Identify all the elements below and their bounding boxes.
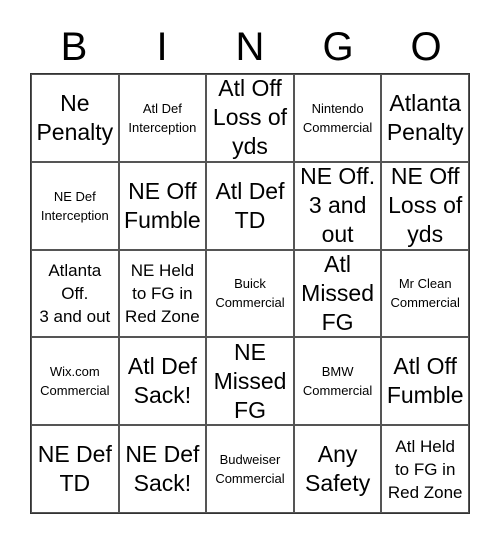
header-letter-o: O	[410, 25, 442, 69]
header-letter-i: I	[156, 25, 168, 69]
bingo-cell-text: Ne Penalty	[36, 89, 114, 145]
bingo-cell[interactable]: Atl Def Sack!	[118, 337, 207, 426]
bingo-cell-text: NE Off Fumble	[124, 177, 201, 233]
bingo-cell[interactable]: Atlanta Off. 3 and out	[31, 249, 119, 338]
bingo-cell-text: BMW Commercial	[302, 364, 373, 399]
bingo-cell-text: NE Missed FG	[213, 338, 287, 423]
bingo-cell[interactable]: Ne Penalty	[31, 74, 119, 162]
bingo-cell-text: NE Def Interception	[40, 188, 109, 223]
bingo-cell-text: NE Def Sack!	[125, 441, 200, 497]
bingo-cell-text: Nintendo Commercial	[302, 100, 373, 135]
bingo-cell[interactable]: NE Def Interception	[31, 161, 119, 250]
bingo-cell[interactable]: NE Missed FG	[206, 337, 294, 426]
bingo-cell[interactable]: NE Def Sack!	[118, 425, 207, 513]
bingo-cell[interactable]: NE Off Loss of yds	[381, 161, 469, 250]
bingo-cell[interactable]: Buick Commercial	[206, 249, 294, 338]
bingo-cell[interactable]: Atl Missed FG	[293, 249, 382, 338]
bingo-header: B I N G O	[30, 22, 470, 72]
bingo-cell-text: Atl Off Loss of yds	[212, 75, 288, 160]
bingo-cell-text: NE Off Loss of yds	[388, 163, 463, 248]
bingo-cell[interactable]: NE Off Fumble	[118, 161, 207, 250]
bingo-cell[interactable]: Atl Off Fumble	[381, 337, 469, 426]
bingo-cell-text: Mr Clean Commercial	[390, 276, 460, 311]
bingo-cell[interactable]: Atlanta Penalty	[381, 74, 469, 162]
bingo-cell-text: Atl Def Sack!	[127, 353, 197, 409]
bingo-cell[interactable]: Wix.com Commercial	[31, 337, 119, 426]
bingo-cell[interactable]: Atl Held to FG in Red Zone	[381, 425, 469, 513]
bingo-cell[interactable]: Nintendo Commercial	[293, 74, 382, 162]
bingo-cell-text: Any Safety	[304, 441, 371, 497]
header-letter-n: N	[235, 25, 265, 69]
bingo-cell-text: NE Held to FG in Red Zone	[125, 260, 200, 326]
bingo-grid: Ne Penalty Atl Def Interception Atl Off Lo…	[30, 73, 470, 514]
bingo-cell-text: NE Off. 3 and out	[300, 163, 376, 248]
bingo-cell[interactable]: Atl Off Loss of yds	[206, 74, 294, 162]
bingo-cell[interactable]: NE Held to FG in Red Zone	[118, 249, 207, 338]
bingo-cell[interactable]: Atl Def Interception	[118, 74, 207, 162]
bingo-cell-text: Atl Def Interception	[128, 100, 197, 135]
bingo-cell-text: Atlanta Off. 3 and out	[39, 260, 111, 326]
bingo-cell[interactable]: BMW Commercial	[293, 337, 382, 426]
header-letter-b: B	[60, 25, 88, 69]
bingo-cell-text: Atl Missed FG	[301, 251, 375, 335]
bingo-cell[interactable]: NE Def TD	[31, 425, 119, 513]
bingo-cell[interactable]: NE Off. 3 and out	[293, 161, 382, 250]
bingo-cell-text: Atlanta Penalty	[386, 89, 464, 145]
bingo-cell-text: Budweiser Commercial	[215, 452, 285, 487]
bingo-cell[interactable]: Mr Clean Commercial	[381, 249, 469, 338]
bingo-cell[interactable]: Any Safety	[293, 425, 382, 513]
bingo-cell-text: Atl Def TD	[215, 177, 285, 233]
bingo-cell-text: NE Def TD	[37, 441, 112, 497]
bingo-cell[interactable]: Atl Def TD	[206, 161, 294, 250]
bingo-cell-text: Atl Off Fumble	[386, 353, 464, 409]
bingo-cell[interactable]: Budweiser Commercial	[206, 425, 294, 513]
bingo-cell-text: Wix.com Commercial	[40, 364, 110, 399]
bingo-cell-text: Atl Held to FG in Red Zone	[387, 436, 463, 502]
bingo-cell-text: Buick Commercial	[215, 276, 285, 311]
header-letter-g: G	[322, 25, 354, 69]
